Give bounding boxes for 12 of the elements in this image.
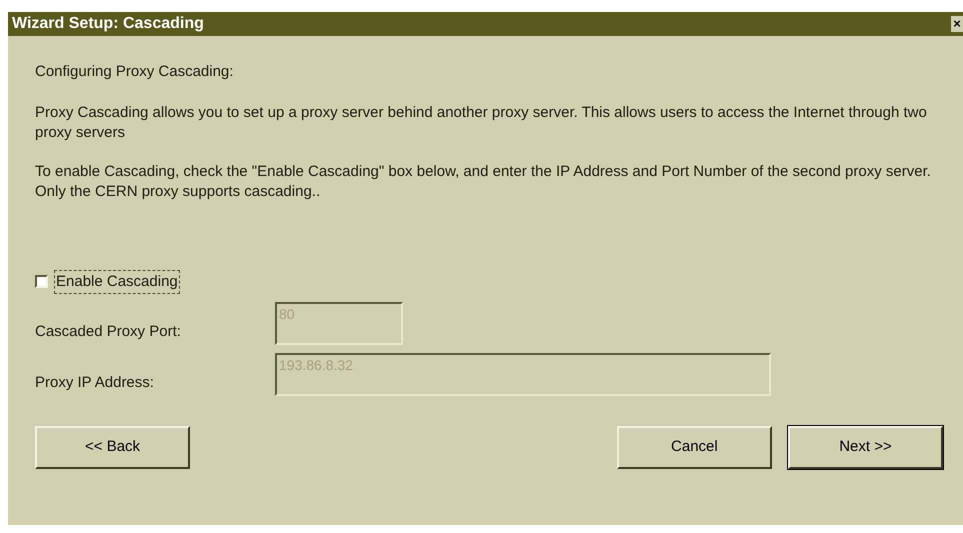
close-button[interactable]: ×: [951, 16, 963, 32]
field-label: Cascaded Proxy Port:: [35, 322, 182, 342]
description-text: Proxy Cascading allows you to set up a proxy server behind another proxy server. This allows users to access the Internet through two proxy servers: [35, 102, 928, 142]
next-button[interactable]: Next >>: [788, 426, 943, 469]
checkbox[interactable]: [35, 275, 48, 288]
field-label: Proxy IP Address:: [35, 372, 155, 392]
cancel-button[interactable]: Cancel: [616, 426, 772, 469]
back-button[interactable]: << Back: [35, 426, 190, 469]
checkbox-label[interactable]: Enable Cascading: [54, 270, 180, 294]
section-heading: Configuring Proxy Cascading:: [35, 62, 234, 82]
description-text: To enable Cascading, check the "Enable Cascading" box below, and enter the IP Address and Port Number of the second proxy server. Only the CERN proxy supports cascading..: [35, 162, 932, 202]
window-title: Wizard Setup: Cascading: [12, 14, 204, 34]
